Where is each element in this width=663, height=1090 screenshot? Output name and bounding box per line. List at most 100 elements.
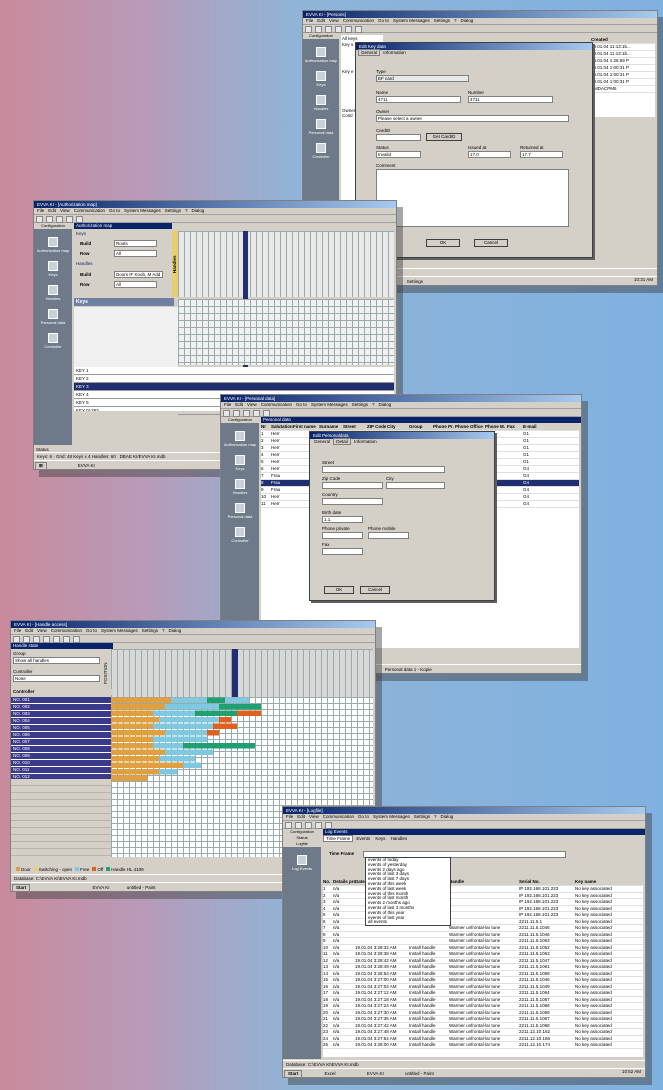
phone-mobile-field[interactable] (368, 532, 409, 539)
menu-item[interactable]: Edit (235, 402, 243, 407)
tab-logfile[interactable]: Logfile (283, 841, 321, 847)
sidebar-item-personal[interactable]: Personal data (34, 309, 72, 325)
ok-button[interactable]: OK (324, 586, 354, 594)
controller-row[interactable]: NO. 008 (11, 746, 111, 753)
menu-item[interactable]: Communication (343, 18, 374, 23)
help-icon[interactable] (73, 636, 80, 643)
menu-item[interactable]: Edit (48, 208, 56, 213)
sidebar-item-personal[interactable]: Personal data (303, 119, 339, 135)
find-icon[interactable] (263, 410, 270, 417)
controller-row[interactable]: NO. 005 (11, 725, 111, 732)
keys-row-select[interactable]: All (114, 250, 157, 257)
menu-item[interactable]: Communication (261, 402, 292, 407)
name-field[interactable]: 4711 (376, 96, 461, 103)
tab-general[interactable]: General (312, 439, 332, 444)
menu-item[interactable]: Dialog (169, 628, 182, 633)
authorization-grid[interactable] (178, 299, 394, 365)
taskbar-item-evva[interactable]: EVVA KI (93, 885, 110, 890)
taskbar-item[interactable]: Personal data 1 - Kopie (385, 667, 432, 672)
column-header[interactable]: No. (323, 879, 333, 885)
sidebar-item-keys[interactable]: Keys (221, 455, 259, 471)
sidebar-item-controller[interactable]: Controller (221, 527, 259, 543)
comment-field[interactable] (376, 169, 569, 227)
column-header[interactable]: Salutation (271, 424, 293, 430)
new-icon[interactable] (305, 26, 312, 33)
controller-select[interactable]: None (13, 675, 100, 682)
menu-item[interactable]: Settings (434, 18, 450, 23)
menu-item[interactable]: System Messages (101, 628, 138, 633)
tab-configuration[interactable]: Configuration (303, 33, 339, 39)
menu-item[interactable]: File (14, 628, 21, 633)
start-button[interactable]: Start (284, 1070, 303, 1077)
cardid-field[interactable] (376, 134, 421, 141)
menu-item[interactable]: System Messages (124, 208, 161, 213)
sidebar-item-authorization[interactable]: Authorization map (34, 237, 72, 253)
column-header[interactable]: Nr (261, 424, 271, 430)
sidebar-item-authorization[interactable]: Authorization map (221, 431, 259, 447)
save-icon[interactable] (56, 216, 63, 223)
table-row[interactable]: 25 n/a 19.01.04 3:28:00 AM Install handle Wa… (323, 1042, 643, 1049)
sidebar-item-log-events[interactable]: Log Events (283, 855, 321, 871)
tab-configuration[interactable]: Configuration (221, 417, 259, 423)
menu-item[interactable]: View (247, 402, 257, 407)
menu-item[interactable]: File (224, 402, 231, 407)
cancel-button[interactable]: Cancel (474, 239, 508, 247)
menu-item[interactable]: Communication (51, 628, 82, 633)
menu-item[interactable]: ? (162, 628, 165, 633)
sidebar-item-handles[interactable]: Handles (34, 285, 72, 301)
dropdown-option[interactable]: all events (366, 920, 450, 925)
list-item[interactable]: 19.01.04 11:13:1b... (591, 51, 655, 58)
handles-build-select[interactable]: Doors IF Knob, M Add (114, 271, 163, 278)
number-field[interactable]: 4711 (468, 96, 553, 103)
taskbar-item-excel[interactable]: Excel (325, 1071, 336, 1076)
print-icon[interactable] (66, 216, 73, 223)
menu-item[interactable]: Settings (165, 208, 181, 213)
country-field[interactable] (322, 498, 383, 505)
controller-row[interactable]: NO. 011 (11, 767, 111, 774)
taskbar-item-paint[interactable]: untitled - Paint (405, 1071, 434, 1076)
keys-build-select[interactable]: Roots (114, 240, 157, 247)
filter-icon[interactable] (325, 822, 332, 829)
controller-row[interactable]: NO. 003 (11, 711, 111, 718)
tab-detail[interactable]: Detail (333, 438, 351, 445)
taskbar-item-evva[interactable]: EVVA KI (367, 1071, 384, 1076)
column-header[interactable]: First name (293, 424, 319, 430)
street-field[interactable] (322, 466, 445, 473)
zoom-icon[interactable] (76, 216, 83, 223)
column-header[interactable]: E-mail (523, 424, 537, 430)
menu-item[interactable]: File (37, 208, 44, 213)
cancel-button[interactable]: Cancel (360, 586, 390, 594)
tab-time-frame[interactable]: Time Frame (323, 835, 354, 842)
column-header[interactable]: Group (409, 424, 433, 430)
issued-field[interactable]: 17.0 (468, 151, 511, 158)
taskbar-item-paint[interactable]: untitled - Paint (127, 885, 156, 890)
print-icon[interactable] (253, 410, 260, 417)
column-header[interactable]: Handle (449, 879, 519, 885)
menu-item[interactable]: View (37, 628, 47, 633)
menu-item[interactable]: Communication (74, 208, 105, 213)
new-icon[interactable] (223, 410, 230, 417)
list-item[interactable]: 19.01.04 1:00:31 P (591, 65, 655, 72)
open-icon[interactable] (315, 26, 322, 33)
returned-field[interactable]: 17.7 (520, 151, 563, 158)
handles-row-select[interactable]: All (114, 281, 157, 288)
controller-row[interactable]: NO. 004 (11, 718, 111, 725)
column-header[interactable]: ZIP Code (367, 424, 387, 430)
key-row[interactable]: KEY 1 (74, 367, 394, 375)
sidebar-item-controller[interactable]: Controller (303, 143, 339, 159)
delete-icon[interactable] (345, 26, 352, 33)
save-icon[interactable] (33, 636, 40, 643)
controller-row[interactable]: NO. 009 (11, 753, 111, 760)
menu-item[interactable]: Communication (323, 814, 354, 819)
menu-item[interactable]: Settings (414, 814, 430, 819)
menu-item[interactable]: Go to (109, 208, 120, 213)
taskbar-item[interactable]: EVVA KI (78, 463, 95, 468)
menu-item[interactable]: ? (434, 814, 437, 819)
column-header-created[interactable]: Created (591, 37, 655, 44)
new-icon[interactable] (13, 636, 20, 643)
list-item[interactable]: 19.01.04 11:13:1b... (591, 44, 655, 51)
menu-item[interactable]: Settings (352, 402, 368, 407)
sidebar-item-controller[interactable]: Controller (34, 333, 72, 349)
column-header[interactable]: Surname (319, 424, 343, 430)
refresh-icon[interactable] (355, 26, 362, 33)
